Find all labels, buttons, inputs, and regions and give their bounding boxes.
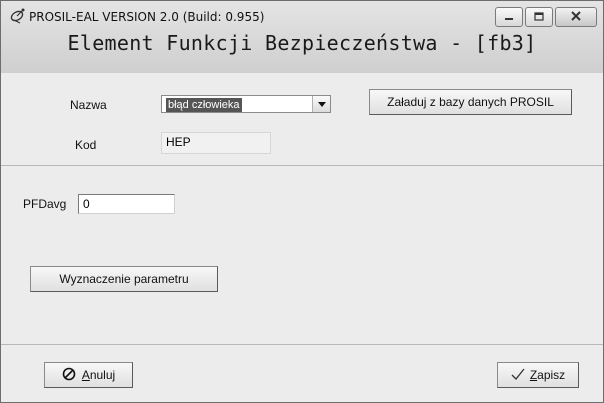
- nazwa-selected-value: błąd człowieka: [166, 98, 242, 112]
- nazwa-select[interactable]: błąd człowieka: [161, 95, 331, 113]
- caption-buttons: [495, 7, 597, 27]
- maximize-icon: [534, 11, 544, 24]
- window-title: PROSIL-EAL VERSION 2.0 (Build: 0.955): [29, 10, 265, 24]
- identification-panel: Nazwa błąd człowieka Załaduj z bazy dany…: [1, 73, 603, 166]
- cancel-button[interactable]: Anuluj: [44, 362, 133, 388]
- prohibited-icon: [62, 367, 76, 384]
- close-button[interactable]: [555, 7, 597, 27]
- footer-panel: Anuluj Zapisz: [1, 345, 603, 402]
- kod-value: HEP: [161, 132, 271, 154]
- save-button[interactable]: Zapisz: [497, 362, 579, 388]
- kod-label: Kod: [75, 138, 97, 152]
- pfdavg-label: PFDavg: [23, 197, 67, 211]
- page-title: Element Funkcji Bezpieczeństwa - [fb3]: [67, 31, 537, 55]
- title-bar: PROSIL-EAL VERSION 2.0 (Build: 0.955) El…: [1, 1, 603, 73]
- load-from-database-button[interactable]: Załaduj z bazy danych PROSIL: [369, 89, 572, 115]
- checkmark-icon: [511, 368, 525, 383]
- maximize-button[interactable]: [525, 7, 553, 27]
- minimize-icon: [504, 11, 514, 24]
- chevron-down-icon[interactable]: [312, 96, 330, 112]
- cancel-label: Anuluj: [81, 368, 116, 382]
- app-icon: [9, 7, 27, 25]
- nazwa-label: Nazwa: [70, 98, 107, 112]
- save-label: Zapisz: [529, 368, 566, 382]
- determine-parameter-button[interactable]: Wyznaczenie parametru: [30, 266, 218, 292]
- close-icon: [571, 10, 581, 24]
- minimize-button[interactable]: [495, 7, 523, 27]
- parameters-panel: PFDavg 0 Wyznaczenie parametru: [1, 166, 603, 345]
- dialog-window: PROSIL-EAL VERSION 2.0 (Build: 0.955) El…: [0, 0, 604, 403]
- pfdavg-input[interactable]: 0: [78, 194, 175, 214]
